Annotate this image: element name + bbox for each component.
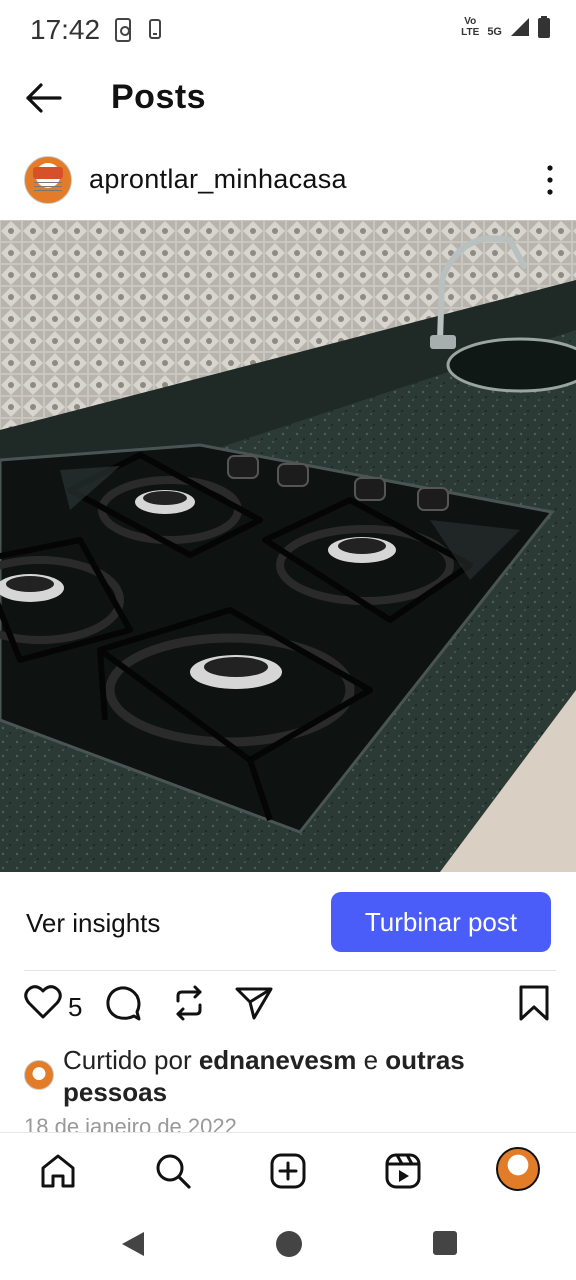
volte-indicator: Vo LTE <box>461 16 479 38</box>
view-insights-link[interactable]: Ver insights <box>26 908 160 939</box>
network-type: 5G <box>487 26 502 38</box>
plus-square-icon[interactable] <box>268 1151 308 1191</box>
like-count[interactable]: 5 <box>68 992 82 1023</box>
profile-avatar[interactable] <box>496 1147 540 1191</box>
bookmark-icon[interactable] <box>518 984 550 1022</box>
search-icon[interactable] <box>153 1151 193 1191</box>
liked-by-prefix: Curtido por <box>63 1045 199 1075</box>
status-notification-icons <box>114 18 162 42</box>
lte-label: LTE <box>461 27 480 38</box>
home-icon[interactable] <box>38 1151 78 1191</box>
system-navigation <box>0 1208 576 1280</box>
post-username[interactable]: aprontlar_minhacasa <box>89 164 347 195</box>
boost-post-button[interactable]: Turbinar post <box>331 892 551 952</box>
page-title: Posts <box>111 78 207 116</box>
system-home-icon[interactable] <box>275 1230 303 1258</box>
send-icon[interactable] <box>234 984 274 1022</box>
post-actions: 5 <box>0 984 576 1030</box>
system-back-icon[interactable] <box>120 1230 146 1258</box>
battery-icon <box>538 16 550 38</box>
heart-icon[interactable] <box>24 984 62 1020</box>
avatar[interactable] <box>24 156 72 204</box>
liked-by: Curtido por ednanevesm e outras pessoas <box>0 1044 576 1110</box>
system-recents-icon[interactable] <box>432 1230 458 1256</box>
cooktop-photo <box>0 220 576 872</box>
status-time: 17:42 <box>30 14 101 45</box>
comment-icon[interactable] <box>104 984 142 1022</box>
phone-settings-icon <box>115 18 131 42</box>
more-vertical-icon[interactable] <box>542 162 558 198</box>
divider <box>24 970 556 971</box>
insights-row: Ver insights Turbinar post <box>0 872 576 970</box>
phone-icon <box>149 19 161 39</box>
arrow-left-icon[interactable] <box>22 78 66 118</box>
liked-by-middle: e <box>356 1045 386 1075</box>
status-system-icons: Vo LTE 5G <box>461 16 550 38</box>
liked-by-text[interactable]: Curtido por ednanevesm e outras pessoas <box>63 1044 553 1108</box>
avatar-text-lines <box>34 182 62 194</box>
repost-icon[interactable] <box>170 984 208 1022</box>
status-bar: 17:42 Vo LTE 5G <box>0 0 576 64</box>
reels-icon[interactable] <box>383 1151 423 1191</box>
volte-label: Vo <box>464 16 477 27</box>
post-image[interactable] <box>0 220 576 872</box>
post-date: 18 de janeiro de 2022 <box>24 1114 237 1132</box>
liked-by-user[interactable]: ednanevesm <box>199 1045 357 1075</box>
avatar-logo <box>33 167 63 179</box>
bottom-navigation <box>0 1132 576 1209</box>
liker-avatar[interactable] <box>24 1060 54 1090</box>
top-app-bar: Posts <box>0 64 576 134</box>
post-header: aprontlar_minhacasa <box>0 150 576 212</box>
signal-icon <box>511 18 529 36</box>
